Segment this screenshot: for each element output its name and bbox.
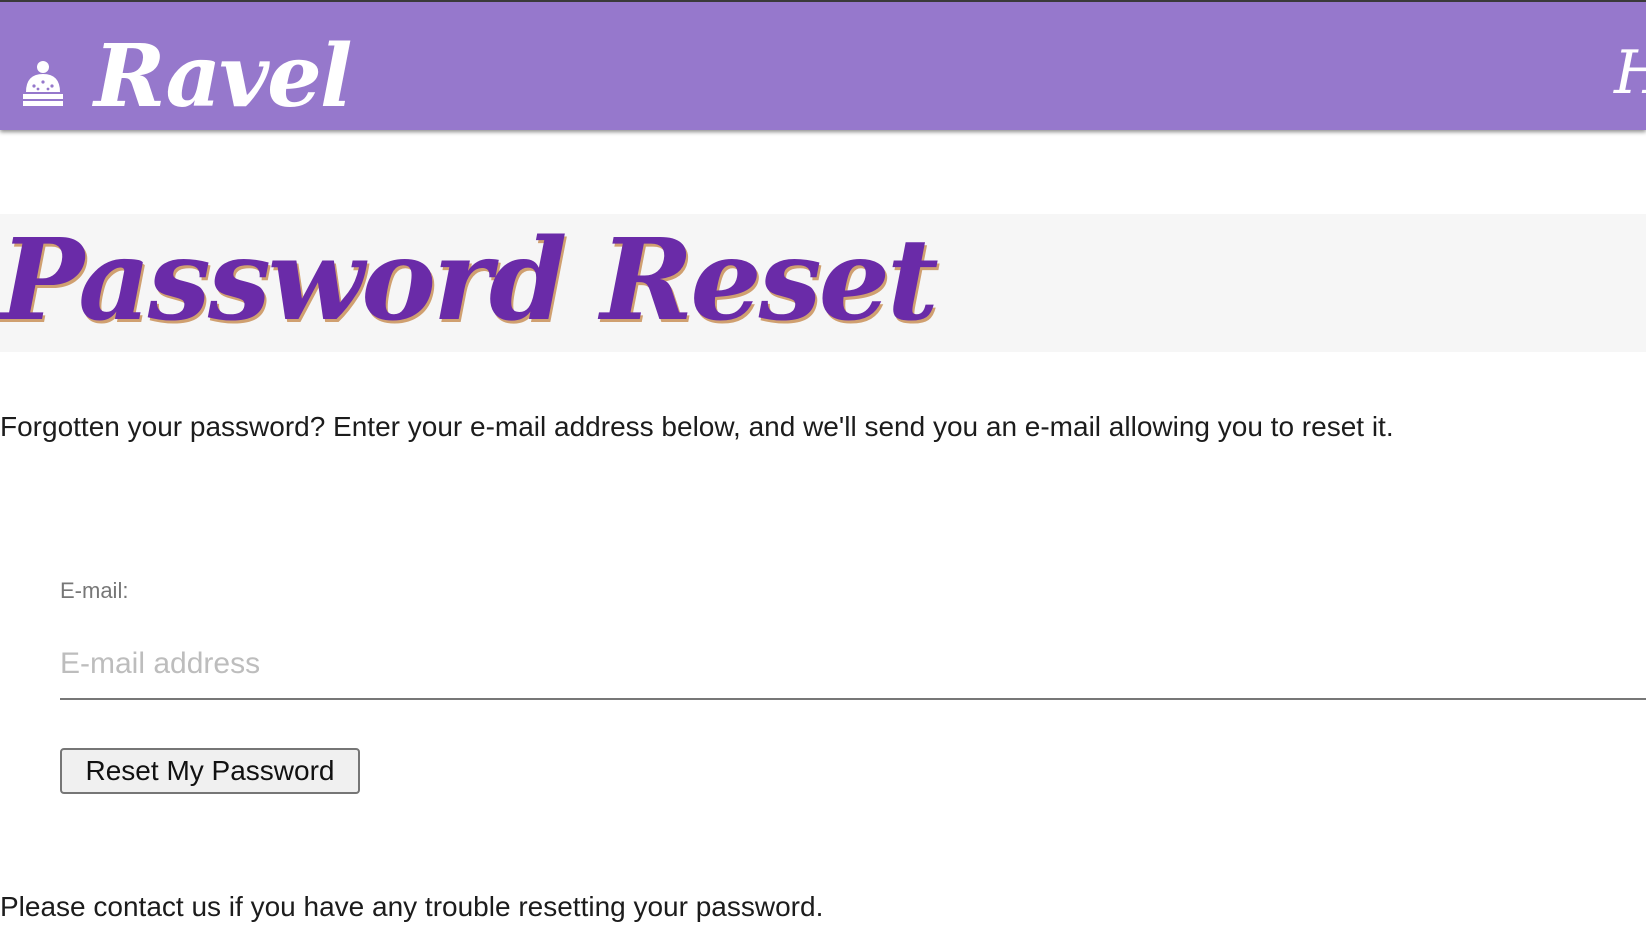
email-input[interactable] [60, 630, 1646, 700]
winter-hat-icon [23, 61, 63, 106]
reset-password-button[interactable]: Reset My Password [60, 748, 360, 794]
nav-item-clipped-label: H [1614, 42, 1646, 102]
page-title: Password Reset [0, 215, 939, 346]
email-label: E-mail: [60, 578, 129, 603]
top-navigation-bar: Ravel H [0, 0, 1646, 130]
nav-item-clipped[interactable]: H [1606, 42, 1646, 102]
intro-text: Forgotten your password? Enter your e-ma… [0, 411, 1394, 442]
home-logo-link[interactable]: Ravel [18, 34, 353, 128]
brand-name: Ravel [94, 26, 353, 127]
contact-note: Please contact us if you have any troubl… [0, 891, 824, 922]
page-title-band: Password Reset [0, 214, 1646, 352]
